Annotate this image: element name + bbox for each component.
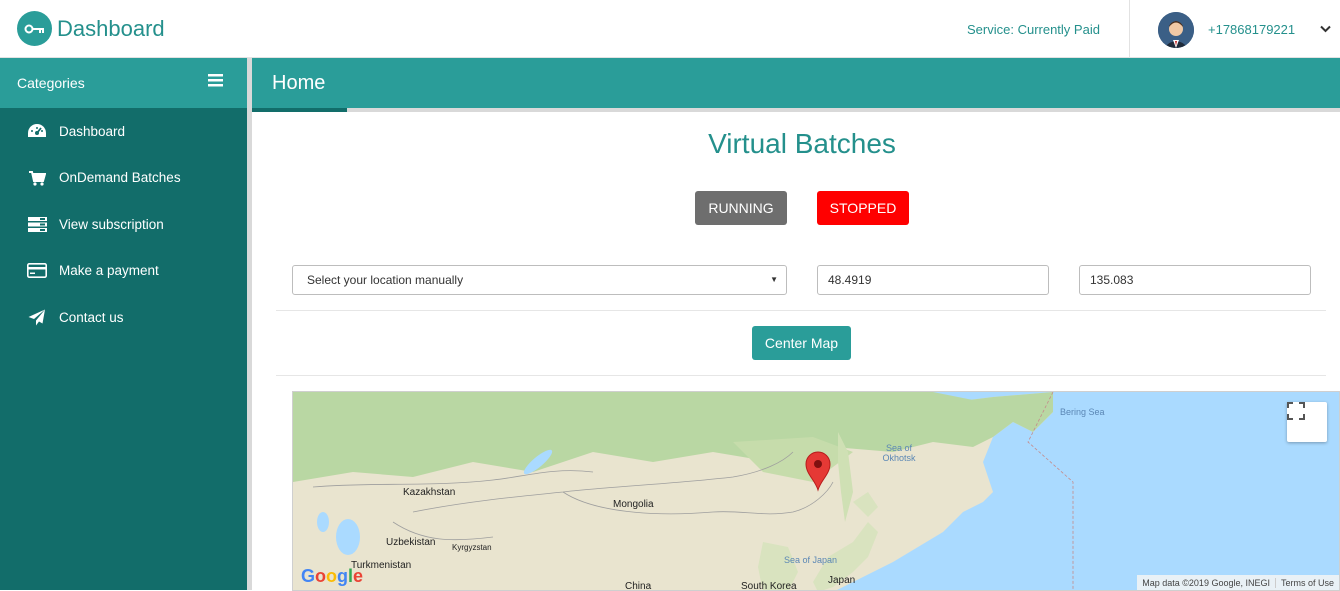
brand[interactable]: Dashboard bbox=[17, 11, 165, 46]
sidebar-item-label: OnDemand Batches bbox=[59, 170, 181, 186]
list-icon bbox=[27, 215, 47, 233]
longitude-input[interactable]: 135.083 bbox=[1079, 265, 1311, 295]
caret-down-icon: ▼ bbox=[770, 275, 778, 284]
page-title: Virtual Batches bbox=[708, 128, 896, 159]
map[interactable]: Kazakhstan Mongolia Uzbekistan Kyrgyzsta… bbox=[292, 391, 1340, 591]
location-select[interactable]: Select your location manually ▼ bbox=[292, 265, 787, 295]
terms-of-use-link[interactable]: Terms of Use bbox=[1276, 578, 1339, 588]
map-label-japan: Japan bbox=[828, 575, 856, 586]
sidebar-item-make-payment[interactable]: Make a payment bbox=[0, 248, 247, 295]
google-logo: Google bbox=[301, 566, 364, 586]
divider bbox=[276, 375, 1326, 376]
sidebar-item-label: Make a payment bbox=[59, 263, 159, 279]
paper-plane-icon bbox=[27, 308, 47, 326]
chevron-down-icon[interactable] bbox=[1320, 20, 1331, 38]
dashboard-icon bbox=[27, 122, 47, 140]
sidebar-item-view-subscription[interactable]: View subscription bbox=[0, 201, 247, 248]
divider bbox=[276, 310, 1326, 311]
brand-title: Dashboard bbox=[57, 15, 165, 41]
stopped-button[interactable]: STOPPED bbox=[817, 191, 909, 225]
map-label-uzbekistan: Uzbekistan bbox=[386, 537, 436, 548]
cart-icon bbox=[27, 169, 47, 187]
map-attribution: Map data ©2019 Google, INEGI Terms of Us… bbox=[1137, 575, 1339, 590]
sidebar-item-label: View subscription bbox=[59, 216, 164, 232]
center-map-button[interactable]: Center Map bbox=[752, 326, 851, 360]
map-label-bering-sea: Bering Sea bbox=[1060, 407, 1105, 417]
map-label-sea-of-okhotsk: Sea of Okhotsk bbox=[882, 443, 916, 463]
page-header-bar: Home bbox=[252, 58, 1340, 108]
tab-home[interactable]: Home bbox=[272, 72, 325, 95]
header-divider bbox=[1129, 0, 1130, 58]
sidebar-title: Categories bbox=[17, 75, 85, 91]
fullscreen-button[interactable] bbox=[1287, 402, 1327, 442]
hamburger-menu-icon[interactable] bbox=[208, 74, 223, 92]
main-content: Virtual Batches RUNNING STOPPED Select y… bbox=[252, 112, 1340, 591]
sidebar-item-label: Dashboard bbox=[59, 123, 126, 139]
service-status: Service: Currently Paid bbox=[967, 22, 1100, 37]
map-label-kazakhstan: Kazakhstan bbox=[403, 487, 456, 498]
user-phone[interactable]: +17868179221 bbox=[1208, 22, 1295, 37]
key-icon bbox=[17, 11, 52, 46]
map-data-credit: Map data ©2019 Google, INEGI bbox=[1142, 577, 1270, 588]
sidebar-item-ondemand-batches[interactable]: OnDemand Batches bbox=[0, 155, 247, 202]
sidebar-header: Categories bbox=[0, 58, 247, 108]
running-button[interactable]: RUNNING bbox=[695, 191, 787, 225]
sidebar-item-dashboard[interactable]: Dashboard bbox=[0, 108, 247, 155]
map-label-sea-of-japan: Sea of Japan bbox=[784, 555, 838, 565]
latitude-input[interactable]: 48.4919 bbox=[817, 265, 1049, 295]
top-header: Dashboard Service: Currently Paid +17868… bbox=[0, 0, 1340, 58]
avatar[interactable] bbox=[1158, 12, 1194, 48]
sidebar-item-contact-us[interactable]: Contact us bbox=[0, 294, 247, 341]
map-label-kyrgyzstan: Kyrgyzstan bbox=[452, 543, 492, 552]
location-select-value: Select your location manually bbox=[307, 273, 464, 287]
map-label-mongolia: Mongolia bbox=[613, 499, 654, 510]
sidebar: Categories Dashboard OnDemand Batches Vi… bbox=[0, 58, 252, 590]
sidebar-menu: Dashboard OnDemand Batches View subscrip… bbox=[0, 108, 247, 341]
credit-card-icon bbox=[27, 262, 47, 280]
fullscreen-icon bbox=[1287, 402, 1305, 420]
sidebar-item-label: Contact us bbox=[59, 309, 124, 325]
